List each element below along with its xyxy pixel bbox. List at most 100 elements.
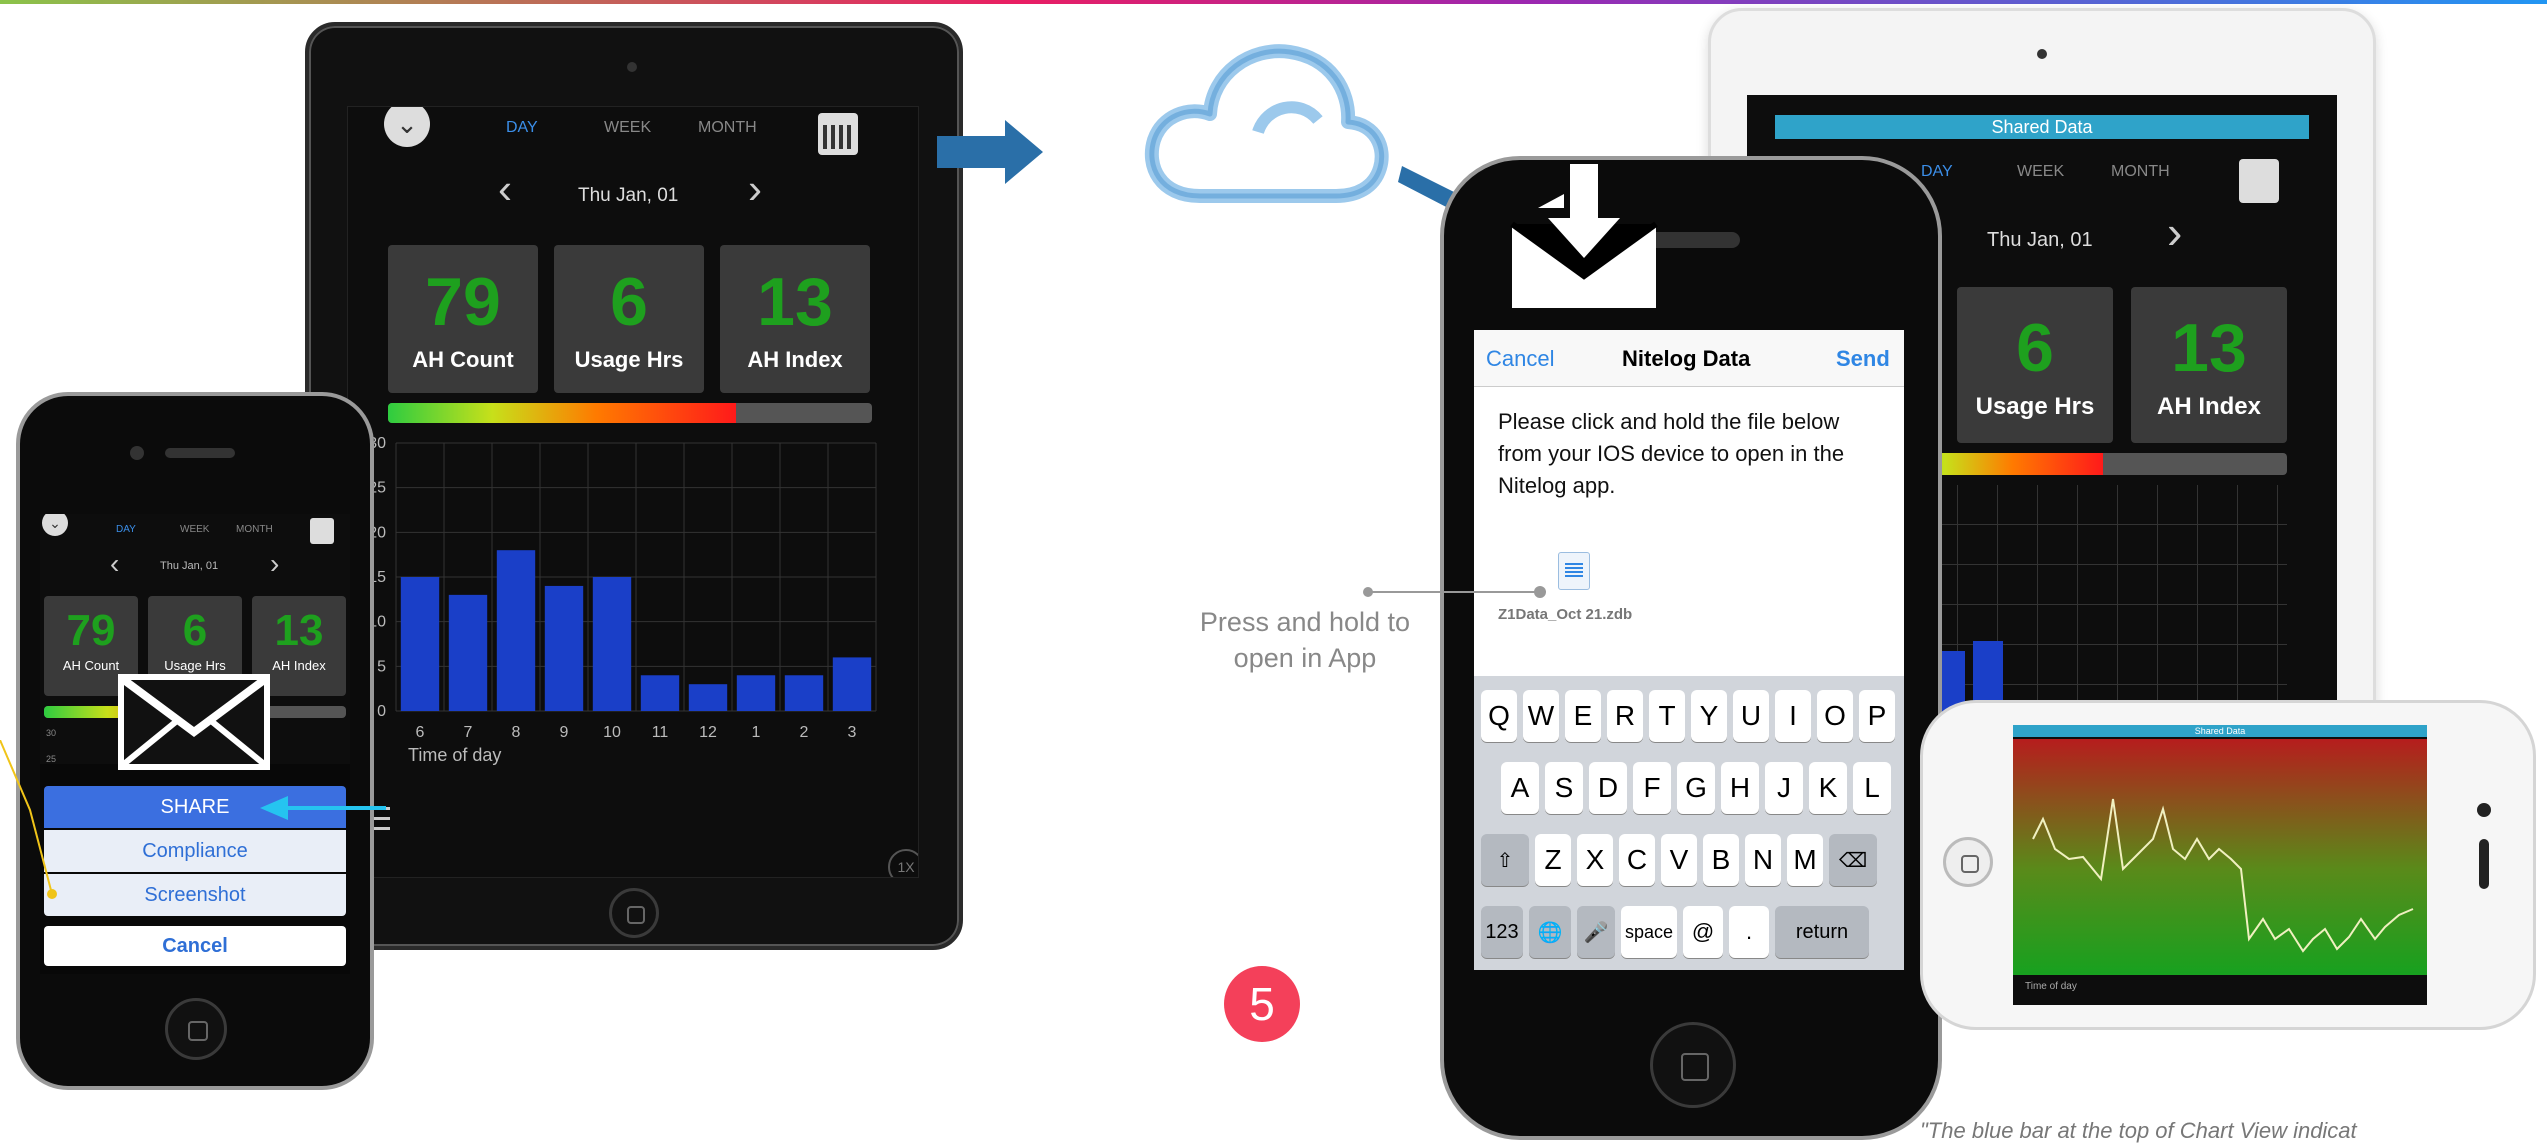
x-axis-label: Time of day (2025, 981, 2077, 992)
annotation-pointer-line (1363, 586, 1546, 598)
next-day-icon[interactable]: › (270, 548, 279, 580)
email-send-button[interactable]: Send (1836, 346, 1890, 372)
key-d[interactable]: D (1589, 762, 1627, 814)
x-tick-label: 7 (464, 724, 473, 741)
stat-card-usage-hrs: 6 Usage Hrs (554, 245, 704, 393)
key-r[interactable]: R (1607, 690, 1643, 742)
phone-home-button[interactable] (165, 998, 227, 1060)
tab-week[interactable]: WEEK (604, 119, 651, 137)
calendar-icon[interactable] (2239, 159, 2279, 203)
phone-home-button[interactable] (1943, 837, 1993, 887)
delete-icon[interactable]: ⌫ (1829, 834, 1877, 886)
compliance-button[interactable]: Compliance (44, 830, 346, 872)
key-n[interactable]: N (1745, 834, 1781, 886)
stat-label: AH Count (62, 658, 120, 673)
next-day-icon[interactable]: › (748, 165, 762, 213)
tab-month[interactable]: MONTH (698, 119, 757, 137)
ipad-home-button[interactable] (609, 888, 659, 938)
shift-icon[interactable]: ⇧ (1481, 834, 1529, 886)
tab-day[interactable]: DAY (116, 524, 136, 535)
dot-key[interactable]: . (1729, 906, 1769, 958)
key-c[interactable]: C (1619, 834, 1655, 886)
x-tick-label: 10 (603, 724, 621, 741)
next-day-icon[interactable]: › (2167, 205, 2182, 259)
tab-day[interactable]: DAY (506, 119, 538, 137)
tab-month[interactable]: MONTH (236, 524, 273, 535)
keyboard-row-4: 123 🌐 🎤 space @ . return (1478, 906, 1872, 958)
key-i[interactable]: I (1775, 690, 1811, 742)
phone-speaker (165, 448, 235, 458)
stat-value: 13 (757, 264, 833, 340)
step-badge: 5 (1224, 966, 1300, 1042)
space-key[interactable]: space (1621, 906, 1677, 958)
shared-data-banner: Shared Data (1775, 115, 2309, 139)
iphone-landscape-screen: Shared Data Time of day (2013, 725, 2427, 1005)
email-cancel-button[interactable]: Cancel (1486, 346, 1554, 372)
key-w[interactable]: W (1523, 690, 1559, 742)
x-tick-label: 6 (416, 724, 425, 741)
key-h[interactable]: H (1721, 762, 1759, 814)
tab-week[interactable]: WEEK (180, 524, 209, 535)
bar (592, 577, 632, 711)
stat-value: 6 (2016, 310, 2054, 386)
key-x[interactable]: X (1577, 834, 1613, 886)
key-v[interactable]: V (1661, 834, 1697, 886)
key-o[interactable]: O (1817, 690, 1853, 742)
ipad-left-screen: ⌄ DAY WEEK MONTH ‹ Thu Jan, 01 › 79 AH C… (347, 106, 919, 878)
iphone-left: ⌄ DAY WEEK MONTH ‹ Thu Jan, 01 › 79 AH C… (16, 392, 374, 1090)
key-j[interactable]: J (1765, 762, 1803, 814)
collapse-icon[interactable]: ⌄ (42, 514, 68, 536)
prev-day-icon[interactable]: ‹ (498, 165, 512, 213)
return-key[interactable]: return (1775, 906, 1869, 958)
bar (832, 657, 872, 711)
prev-day-icon[interactable]: ‹ (110, 548, 119, 580)
stat-label: Usage Hrs (1975, 393, 2095, 420)
calendar-icon[interactable] (310, 518, 334, 544)
key-q[interactable]: Q (1481, 690, 1517, 742)
file-attachment-icon[interactable] (1558, 552, 1590, 590)
key-p[interactable]: P (1859, 690, 1895, 742)
tab-week[interactable]: WEEK (2017, 163, 2064, 181)
key-a[interactable]: A (1501, 762, 1539, 814)
calendar-icon[interactable] (818, 113, 858, 155)
x-axis-label: Time of day (408, 745, 501, 765)
bar (688, 684, 728, 711)
key-k[interactable]: K (1809, 762, 1847, 814)
ipad-camera (2037, 49, 2047, 59)
collapse-icon[interactable]: ⌄ (384, 107, 430, 147)
cancel-button[interactable]: Cancel (44, 926, 346, 966)
key-f[interactable]: F (1633, 762, 1671, 814)
bar (640, 675, 680, 711)
shared-data-banner: Shared Data (2013, 725, 2427, 737)
key-b[interactable]: B (1703, 834, 1739, 886)
key-y[interactable]: Y (1691, 690, 1727, 742)
tab-month[interactable]: MONTH (2111, 163, 2170, 181)
numbers-key[interactable]: 123 (1481, 906, 1523, 958)
tab-day[interactable]: DAY (1921, 163, 1953, 181)
screenshot-button[interactable]: Screenshot (44, 874, 346, 916)
key-g[interactable]: G (1677, 762, 1715, 814)
key-u[interactable]: U (1733, 690, 1769, 742)
key-s[interactable]: S (1545, 762, 1583, 814)
ipad-left: ⌄ DAY WEEK MONTH ‹ Thu Jan, 01 › 79 AH C… (305, 22, 963, 950)
zoom-badge[interactable]: 1X (888, 849, 918, 877)
stat-value: 79 (425, 264, 501, 340)
email-body[interactable]: Please click and hold the file below fro… (1498, 406, 1888, 502)
stat-value: 79 (66, 606, 116, 655)
globe-icon[interactable]: 🌐 (1529, 906, 1571, 958)
at-key[interactable]: @ (1683, 906, 1723, 958)
microphone-icon[interactable]: 🎤 (1577, 906, 1615, 958)
stat-value: 6 (182, 606, 208, 655)
key-e[interactable]: E (1565, 690, 1601, 742)
key-t[interactable]: T (1649, 690, 1685, 742)
key-m[interactable]: M (1787, 834, 1823, 886)
attachment-name[interactable]: Z1Data_Oct 21.zdb (1498, 606, 1632, 623)
key-l[interactable]: L (1853, 762, 1891, 814)
keyboard-row-3: ⇧ Z X C V B N M ⌫ (1478, 834, 1880, 886)
stat-label: AH Index (747, 347, 843, 372)
stat-card-ah-count: 79 AH Count (388, 245, 538, 393)
bar (784, 675, 824, 711)
phone-home-button[interactable] (1650, 1022, 1736, 1108)
email-header: Cancel Nitelog Data Send (1474, 330, 1904, 387)
key-z[interactable]: Z (1535, 834, 1571, 886)
